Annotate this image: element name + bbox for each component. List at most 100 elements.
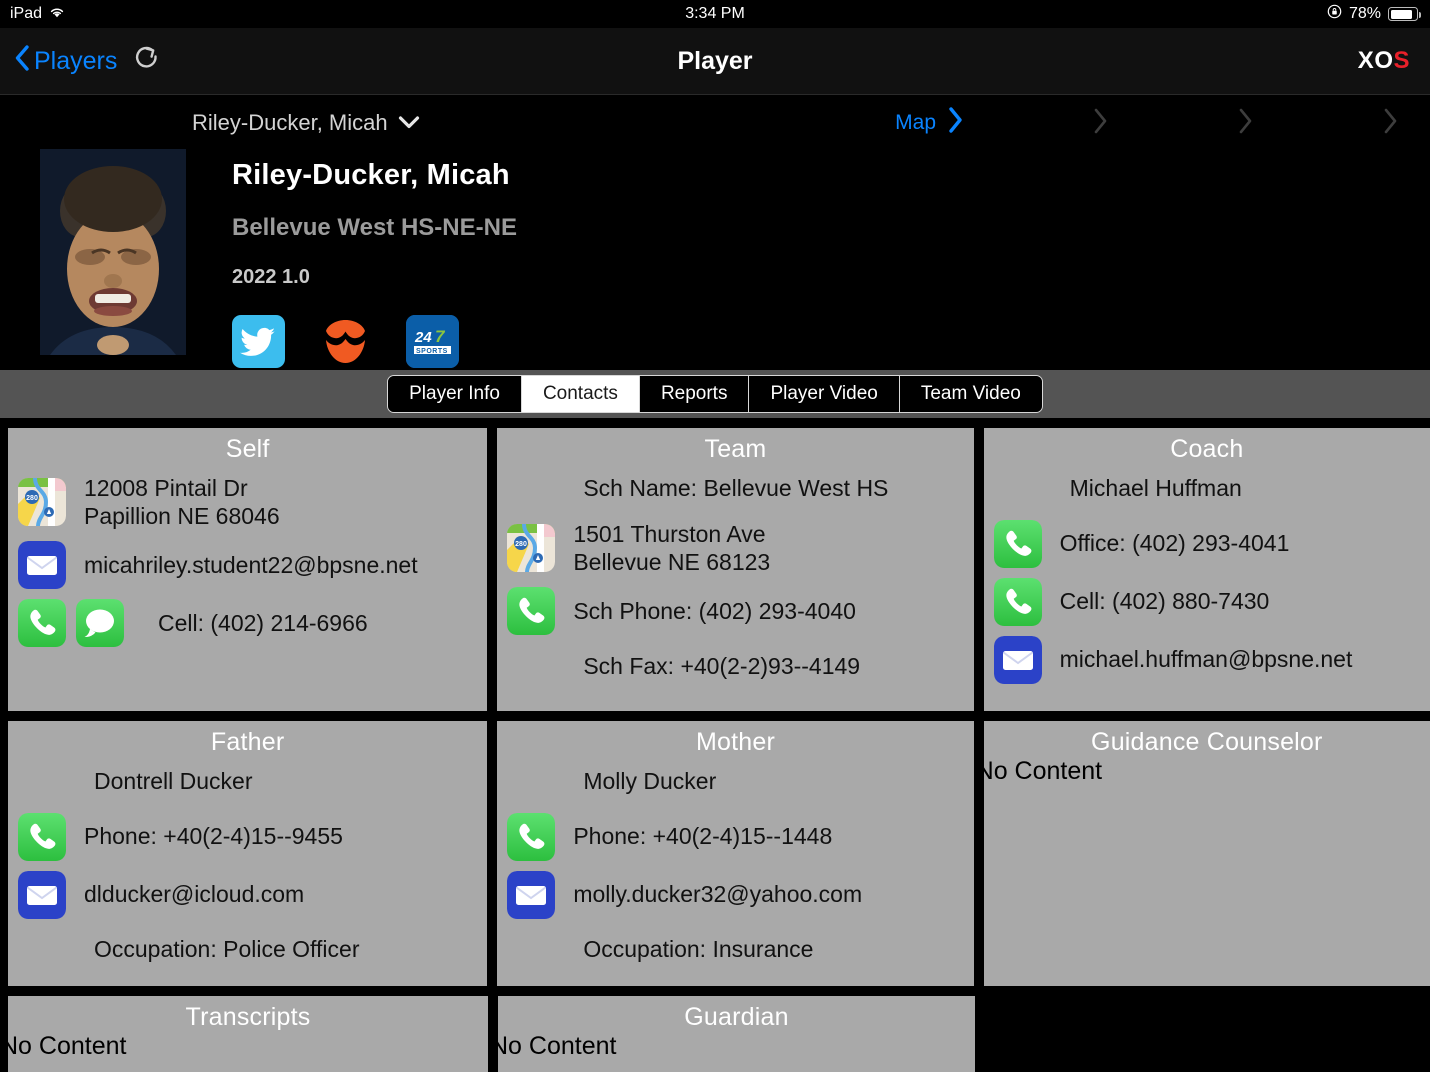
- tab-player-video[interactable]: Player Video: [749, 376, 900, 412]
- tab-strip: Player Info Contacts Reports Player Vide…: [0, 370, 1430, 418]
- mother-email-row: molly.ducker32@yahoo.com: [507, 870, 963, 919]
- card-mother: Mother Molly Ducker Phone: +40(2-4)15--1…: [497, 721, 974, 986]
- self-cell: Cell: (402) 214-6966: [158, 609, 368, 636]
- device-label: iPad: [10, 5, 43, 22]
- father-phone-icons: [18, 812, 84, 861]
- phone-icon[interactable]: [507, 812, 556, 861]
- father-occupation-row: Occupation: Police Officer: [18, 929, 477, 971]
- segmented-control: Player Info Contacts Reports Player Vide…: [387, 375, 1043, 413]
- card-coach: Coach Michael Huffman Office: (402) 293-…: [983, 428, 1430, 711]
- card-mother-title: Mother: [695, 728, 775, 756]
- chevron-right-icon-3[interactable]: [1238, 107, 1253, 140]
- self-cell-icons: [18, 599, 148, 648]
- card-team: Team Sch Name: Bellevue West HS 280 1501…: [497, 428, 974, 711]
- mother-occupation-row: Occupation: Insurance: [507, 929, 963, 971]
- mother-email-icons: [507, 870, 573, 919]
- mail-icon[interactable]: [993, 635, 1042, 684]
- chevron-right-icon-4[interactable]: [1383, 107, 1398, 140]
- card-guardian: Guardian No Content: [490, 996, 975, 1072]
- card-father-title: Father: [210, 728, 285, 756]
- coach-name-row: Michael Huffman: [994, 468, 1420, 510]
- tab-team-video[interactable]: Team Video: [899, 376, 1042, 412]
- tab-reports[interactable]: Reports: [639, 376, 750, 412]
- coach-office-icons: [993, 519, 1060, 568]
- coach-name: Michael Huffman: [1069, 475, 1242, 502]
- mother-phone: Phone: +40(2-4)15--1448: [573, 823, 833, 850]
- coach-office-phone: Office: (402) 293-4041: [1059, 530, 1290, 557]
- card-guardian-title: Guardian: [684, 1003, 789, 1031]
- player-name: Riley-Ducker, Micah: [232, 159, 510, 191]
- card-self-body: 280 12008 Pintail Dr Papillion NE 68046: [8, 474, 487, 648]
- coach-office-row: Office: (402) 293-4041: [993, 519, 1420, 568]
- card-coach-body: Michael Huffman Office: (402) 293-4041 C…: [984, 468, 1430, 684]
- card-father-body: Dontrell Ducker Phone: +40(2-4)15--9455: [8, 761, 487, 971]
- mail-icon[interactable]: [18, 870, 66, 919]
- card-team-body: Sch Name: Bellevue West HS 280 1501 Thur…: [497, 468, 973, 688]
- 247sports-icon[interactable]: 24 7 SPORTS: [406, 315, 459, 368]
- coach-email-row: michael.huffman@bpsne.net: [993, 635, 1420, 684]
- father-email: dlducker@icloud.com: [84, 881, 305, 908]
- coach-cell-phone: Cell: (402) 880-7430: [1059, 588, 1270, 615]
- team-address-row: 280 1501 Thurston Ave Bellevue NE 68123: [507, 520, 963, 578]
- player-header-topline: Riley-Ducker, Micah Map: [0, 95, 1430, 145]
- guardian-empty-label: No Content: [490, 1032, 617, 1060]
- refresh-button[interactable]: [133, 44, 161, 79]
- phone-icon[interactable]: [993, 519, 1042, 568]
- twitter-icon[interactable]: [232, 315, 285, 368]
- nav-bar: Players Player XOS: [0, 28, 1430, 95]
- svg-text:280: 280: [26, 495, 38, 502]
- back-to-players-button[interactable]: Players: [14, 44, 117, 79]
- phone-icon[interactable]: [18, 599, 66, 648]
- card-self: Self 280 12008 Pintail Dr Papillion NE 6…: [8, 428, 488, 711]
- self-address: 12008 Pintail Dr Papillion NE 68046: [84, 474, 280, 530]
- map-link[interactable]: Map: [895, 106, 963, 140]
- maps-icon[interactable]: 280: [507, 524, 556, 573]
- player-header-nav: Map: [895, 106, 1430, 140]
- team-address: 1501 Thurston Ave Bellevue NE 68123: [573, 520, 771, 576]
- logo-letter-o: O: [1374, 47, 1394, 74]
- maps-icon[interactable]: 280: [18, 478, 66, 527]
- tab-contacts[interactable]: Contacts: [521, 376, 640, 412]
- card-mother-body: Molly Ducker Phone: +40(2-4)15--1448 mol…: [497, 761, 973, 971]
- rivals-icon[interactable]: [319, 315, 372, 368]
- messages-icon[interactable]: [76, 599, 124, 648]
- phone-icon[interactable]: [18, 812, 66, 861]
- chevron-right-icon-2[interactable]: [1093, 107, 1108, 140]
- phone-icon[interactable]: [507, 587, 556, 636]
- self-email-icons: [18, 541, 84, 590]
- player-header-body: Riley-Ducker, Micah Bellevue West HS-NE-…: [0, 149, 1430, 368]
- status-bar: iPad 3:34 PM 78%: [0, 0, 1430, 28]
- page-title: Player: [677, 46, 753, 75]
- phone-icon[interactable]: [993, 577, 1042, 626]
- tab-player-info[interactable]: Player Info: [388, 376, 522, 412]
- coach-cell-icons: [993, 577, 1060, 626]
- nav-bar-right: XOS: [1358, 47, 1430, 75]
- mother-email: molly.ducker32@yahoo.com: [573, 881, 863, 908]
- mail-icon[interactable]: [507, 870, 556, 919]
- father-occupation: Occupation: Police Officer: [94, 936, 360, 963]
- svg-text:7: 7: [435, 327, 446, 346]
- contacts-row-3: Transcripts No Content Guardian No Conte…: [0, 996, 1430, 1072]
- svg-text:24: 24: [414, 329, 432, 346]
- player-selector-dropdown[interactable]: Riley-Ducker, Micah: [192, 110, 420, 136]
- coach-email-icons: [993, 635, 1060, 684]
- team-address-icons: 280: [507, 524, 573, 573]
- status-bar-left: iPad: [0, 5, 65, 23]
- social-links: 24 7 SPORTS: [232, 315, 517, 368]
- self-email: micahriley.student22@bpsne.net: [84, 551, 418, 578]
- coach-cell-row: Cell: (402) 880-7430: [993, 577, 1420, 626]
- coach-email: michael.huffman@bpsne.net: [1059, 646, 1353, 673]
- rotation-lock-icon: [1327, 4, 1342, 24]
- self-address-row: 280 12008 Pintail Dr Papillion NE 68046: [18, 474, 477, 532]
- guidance-counselor-empty-label: No Content: [975, 757, 1103, 785]
- father-name-row: Dontrell Ducker: [18, 761, 477, 803]
- player-class-year: 2022 1.0: [232, 266, 310, 288]
- team-phone-icons: [507, 587, 573, 636]
- mother-occupation: Occupation: Insurance: [583, 936, 814, 963]
- map-link-label: Map: [895, 111, 936, 134]
- mail-icon[interactable]: [18, 541, 66, 590]
- father-phone-row: Phone: +40(2-4)15--9455: [18, 812, 477, 861]
- team-fax-row: Sch Fax: +40(2-2)93--4149: [507, 645, 963, 687]
- self-email-row: micahriley.student22@bpsne.net: [18, 541, 477, 590]
- logo-letter-x: X: [1357, 47, 1375, 74]
